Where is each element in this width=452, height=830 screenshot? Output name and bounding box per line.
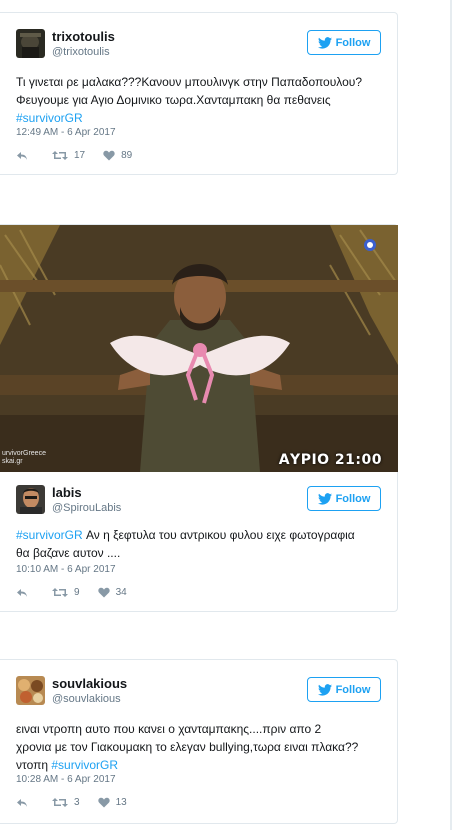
hashtag-link[interactable]: #survivorGR bbox=[51, 758, 118, 772]
reply-button[interactable] bbox=[16, 798, 34, 808]
tweet-text: Τι γινεται ρε μαλακα???Κανουν μπουλινγκ … bbox=[16, 73, 385, 127]
tweet-text-line: Φευγουμε για Αγιο Δομινικο τωρα.Χανταμπα… bbox=[16, 93, 331, 107]
tweet-text-line: θα βαζανε αυτον .... bbox=[16, 546, 121, 560]
hashtag-link[interactable]: #survivorGR bbox=[16, 528, 83, 542]
media-watermark: urvivorGreece skai.gr bbox=[2, 450, 46, 466]
reply-icon bbox=[17, 588, 27, 597]
watermark-line: skai.gr bbox=[2, 458, 23, 465]
like-button[interactable]: 89 bbox=[103, 150, 132, 161]
user-handle[interactable]: @souvlakious bbox=[52, 692, 127, 706]
retweet-icon bbox=[52, 798, 68, 807]
follow-button[interactable]: Follow bbox=[307, 30, 381, 55]
tweet-timestamp[interactable]: 10:28 AM - 6 Apr 2017 bbox=[16, 774, 116, 785]
retweet-button[interactable]: 17 bbox=[52, 150, 85, 161]
reply-button[interactable] bbox=[16, 588, 34, 598]
avatar[interactable] bbox=[16, 485, 45, 514]
reply-icon bbox=[17, 151, 27, 160]
reply-button[interactable] bbox=[16, 151, 34, 161]
retweet-count: 9 bbox=[74, 587, 80, 598]
follow-button[interactable]: Follow bbox=[307, 486, 381, 511]
tweet-actions: 3 13 bbox=[16, 797, 145, 808]
user-handle[interactable]: @SpirouLabis bbox=[52, 501, 121, 515]
tweet-card: urvivorGreece skai.gr ΑΥΡΙΟ 21:00 labis … bbox=[0, 224, 398, 612]
tweet-text-line: ντοπη bbox=[16, 758, 52, 772]
tweet-card: souvlakious @souvlakious Follow ειναι ντ… bbox=[0, 659, 398, 824]
like-count: 89 bbox=[121, 150, 133, 161]
user-handle[interactable]: @trixotoulis bbox=[52, 45, 115, 59]
like-count: 34 bbox=[115, 587, 127, 598]
tweet-text: ειναι ντροπη αυτο που κανει ο χανταμπακη… bbox=[16, 720, 385, 774]
tweet-text-line: ειναι ντροπη αυτο που κανει ο χανταμπακη… bbox=[16, 722, 322, 736]
follow-button[interactable]: Follow bbox=[307, 677, 381, 702]
avatar[interactable] bbox=[16, 29, 45, 58]
tweet-header: souvlakious @souvlakious Follow bbox=[16, 676, 381, 706]
tweet-timestamp[interactable]: 12:49 AM - 6 Apr 2017 bbox=[16, 127, 116, 138]
retweet-count: 17 bbox=[74, 150, 86, 161]
tweet-timestamp[interactable]: 10:10 AM - 6 Apr 2017 bbox=[16, 564, 116, 575]
hashtag-link[interactable]: #survivorGR bbox=[16, 111, 83, 125]
tweet-media-image[interactable]: urvivorGreece skai.gr ΑΥΡΙΟ 21:00 bbox=[0, 225, 398, 472]
heart-icon bbox=[103, 150, 115, 161]
retweet-icon bbox=[52, 151, 68, 160]
display-name[interactable]: trixotoulis bbox=[52, 29, 115, 45]
like-button[interactable]: 34 bbox=[97, 587, 127, 598]
follow-label: Follow bbox=[335, 683, 371, 696]
follow-label: Follow bbox=[335, 492, 371, 505]
tweet-text: #survivorGR Αν η ξεφτυλα του αντρικου φυ… bbox=[16, 526, 385, 562]
tweet-header: trixotoulis @trixotoulis Follow bbox=[16, 29, 381, 59]
tweet-header: labis @SpirouLabis Follow bbox=[16, 485, 381, 515]
retweet-icon bbox=[52, 588, 68, 597]
heart-icon bbox=[97, 797, 110, 808]
heart-icon bbox=[97, 587, 110, 598]
display-name[interactable]: labis bbox=[52, 485, 121, 501]
like-count: 13 bbox=[115, 797, 127, 808]
tweet-text-line: Αν η ξεφτυλα του αντρικου φυλου ειχε φωτ… bbox=[82, 528, 355, 542]
retweet-button[interactable]: 9 bbox=[52, 587, 80, 598]
retweet-button[interactable]: 3 bbox=[52, 797, 80, 808]
twitter-bird-icon bbox=[317, 36, 332, 49]
tweet-card: trixotoulis @trixotoulis Follow Τι γινετ… bbox=[0, 12, 398, 175]
watermark-line: urvivorGreece bbox=[2, 450, 46, 457]
reply-icon bbox=[17, 798, 27, 807]
retweet-count: 3 bbox=[74, 797, 80, 808]
twitter-bird-icon bbox=[317, 683, 332, 696]
tweet-actions: 9 34 bbox=[16, 587, 145, 598]
follow-label: Follow bbox=[335, 36, 371, 49]
tweet-actions: 17 89 bbox=[16, 150, 150, 161]
tweet-text-line: Τι γινεται ρε μαλακα???Κανουν μπουλινγκ … bbox=[16, 75, 363, 89]
avatar[interactable] bbox=[16, 676, 45, 705]
twitter-bird-icon bbox=[317, 492, 332, 505]
media-caption: ΑΥΡΙΟ 21:00 bbox=[278, 452, 382, 468]
display-name[interactable]: souvlakious bbox=[52, 676, 127, 692]
tweet-text-line: χρονια με τον Γιακουμακη το ελεγαν bully… bbox=[16, 740, 359, 754]
like-button[interactable]: 13 bbox=[97, 797, 127, 808]
